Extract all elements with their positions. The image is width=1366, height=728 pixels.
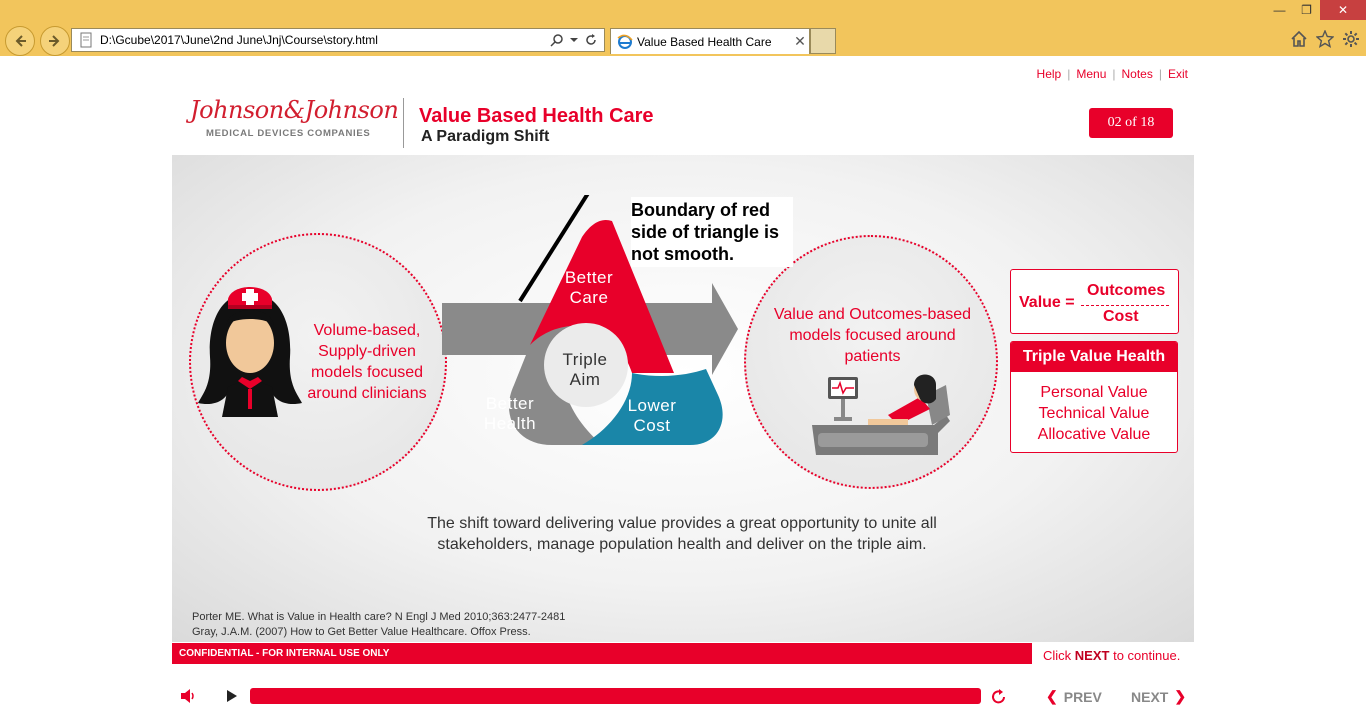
maximize-button[interactable]: ❐ (1293, 0, 1320, 20)
triple-value-item: Personal Value (1040, 384, 1148, 401)
lower-cost-label: Lower Cost (627, 396, 677, 435)
menu-link[interactable]: Menu (1076, 67, 1106, 81)
prev-label: PREV (1063, 688, 1102, 705)
url-text: D:\Gcube\2017\June\2nd June\Jnj\Course\s… (100, 33, 378, 47)
reference-item: Gray, J.A.M. (2007) How to Get Better Va… (192, 626, 531, 638)
new-tab-button[interactable] (810, 28, 836, 54)
browser-tab[interactable]: Value Based Health Care ✕ (610, 28, 810, 54)
references: Porter ME. What is Value in Health care?… (192, 610, 565, 640)
click-next-word: NEXT (1074, 648, 1110, 663)
close-window-button[interactable]: ✕ (1320, 0, 1366, 20)
fraction-line (1081, 305, 1169, 306)
ie-icon (617, 34, 633, 49)
progress-seekbar[interactable] (250, 688, 981, 704)
exit-link[interactable]: Exit (1168, 67, 1188, 81)
course-subtitle: A Paradigm Shift (421, 128, 550, 145)
media-player: ❮ PREV NEXT ❯ (0, 684, 1366, 712)
home-icon[interactable] (1290, 30, 1308, 48)
left-circle-text: Volume-based, Supply-driven models focus… (307, 322, 427, 402)
minimize-button[interactable]: — (1266, 0, 1293, 20)
arrow-left-icon (15, 35, 26, 47)
settings-gear-icon[interactable] (1342, 30, 1360, 48)
header-divider (403, 98, 404, 148)
body-text: The shift toward delivering value provid… (427, 515, 937, 553)
logo-subtitle: MEDICAL DEVICES COMPANIES (206, 128, 371, 139)
notes-link[interactable]: Notes (1122, 67, 1153, 81)
tab-close-icon[interactable]: ✕ (791, 33, 809, 50)
reference-item: Porter ME. What is Value in Health care?… (192, 611, 566, 623)
volume-icon[interactable] (180, 688, 198, 704)
toolbar-icons (1290, 30, 1360, 48)
logo-wordmark: Johnson&Johnson (190, 96, 399, 124)
search-icon[interactable] (550, 33, 564, 47)
refresh-icon[interactable] (584, 33, 598, 47)
tab-title: Value Based Health Care (637, 34, 772, 49)
click-suffix: to continue. (1113, 648, 1181, 663)
dropdown-icon[interactable] (570, 36, 578, 44)
forward-button[interactable] (40, 26, 70, 56)
value-numerator: Outcomes (1087, 282, 1166, 299)
triple-value-item: Technical Value (1038, 405, 1150, 422)
page-icon (80, 32, 92, 48)
click-prefix: Click (1043, 648, 1072, 663)
better-care-label: Better Care (564, 268, 614, 307)
annotation-note: Boundary of red side of triangle is not … (631, 197, 793, 267)
next-button[interactable]: NEXT ❯ (1131, 688, 1186, 705)
address-bar[interactable]: D:\Gcube\2017\June\2nd June\Jnj\Course\s… (71, 28, 605, 52)
top-links: Help | Menu | Notes | Exit (1037, 67, 1188, 81)
course-title: Value Based Health Care (419, 105, 654, 127)
link-separator: | (1158, 67, 1162, 81)
replay-icon[interactable] (990, 688, 1008, 706)
value-formula-box: Value = Outcomes Cost (1010, 269, 1179, 334)
page-indicator: 02 of 18 (1089, 108, 1173, 138)
play-icon[interactable] (226, 689, 238, 703)
browser-chrome: D:\Gcube\2017\June\2nd June\Jnj\Course\s… (0, 0, 1366, 56)
window-controls: — ❐ ✕ (1266, 0, 1366, 20)
slide-content: Volume-based, Supply-driven models focus… (172, 155, 1194, 642)
confidential-bar: CONFIDENTIAL - FOR INTERNAL USE ONLY (172, 643, 1032, 664)
back-button[interactable] (5, 26, 35, 56)
triple-value-box: Triple Value Health Personal Value Techn… (1010, 341, 1178, 453)
patient-icon (812, 374, 950, 455)
link-separator: | (1067, 67, 1071, 81)
link-separator: | (1112, 67, 1116, 81)
chevron-right-icon: ❯ (1174, 688, 1187, 704)
click-next-hint: Click NEXT to continue. (1043, 648, 1180, 663)
favorites-star-icon[interactable] (1316, 30, 1334, 48)
next-label: NEXT (1131, 688, 1169, 705)
value-label: Value = (1019, 294, 1075, 311)
triple-value-heading: Triple Value Health (1011, 342, 1177, 372)
nurse-icon (198, 287, 302, 417)
company-logo: Johnson&Johnson MEDICAL DEVICES COMPANIE… (190, 96, 399, 139)
chevron-left-icon: ❮ (1046, 688, 1058, 704)
prev-button[interactable]: ❮ PREV (1046, 688, 1102, 705)
value-denominator: Cost (1103, 308, 1139, 325)
triple-aim-label: Triple Aim (562, 350, 608, 389)
help-link[interactable]: Help (1037, 67, 1062, 81)
better-health-label: Better Health (483, 394, 537, 433)
arrow-right-icon (49, 35, 60, 47)
triple-value-item: Allocative Value (1037, 426, 1151, 443)
